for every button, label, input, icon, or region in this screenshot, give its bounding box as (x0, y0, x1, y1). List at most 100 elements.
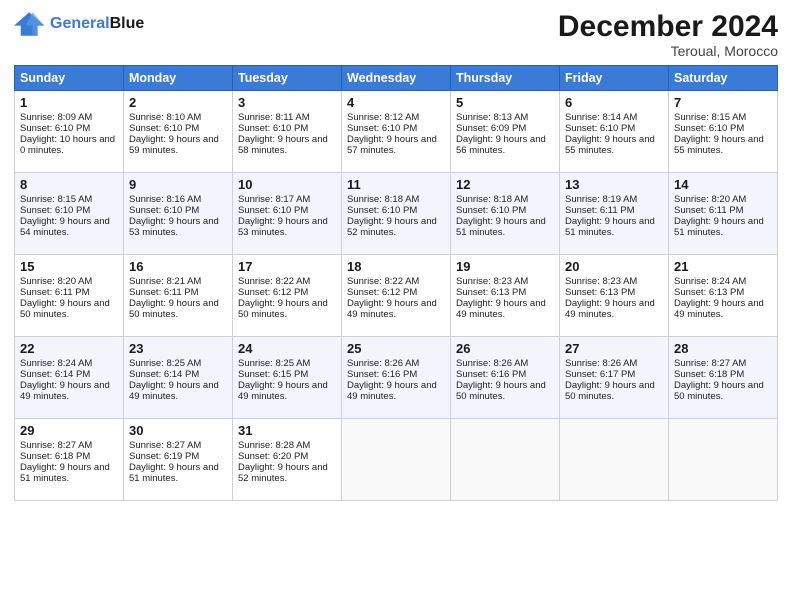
daylight: Daylight: 9 hours and 56 minutes. (456, 134, 546, 156)
day-number: 10 (238, 177, 336, 192)
calendar-header: Sunday Monday Tuesday Wednesday Thursday… (15, 66, 778, 91)
sunrise: Sunrise: 8:28 AM (238, 440, 310, 451)
sunrise: Sunrise: 8:18 AM (456, 194, 528, 205)
sunset: Sunset: 6:10 PM (674, 123, 744, 134)
calendar-cell: 8 Sunrise: 8:15 AM Sunset: 6:10 PM Dayli… (15, 173, 124, 255)
calendar-cell: 25 Sunrise: 8:26 AM Sunset: 6:16 PM Dayl… (342, 337, 451, 419)
sunrise: Sunrise: 8:15 AM (20, 194, 92, 205)
day-number: 25 (347, 341, 445, 356)
sunrise: Sunrise: 8:25 AM (129, 358, 201, 369)
sunrise: Sunrise: 8:27 AM (674, 358, 746, 369)
day-number: 29 (20, 423, 118, 438)
sunset: Sunset: 6:11 PM (129, 287, 199, 298)
sunset: Sunset: 6:12 PM (347, 287, 417, 298)
sunset: Sunset: 6:11 PM (674, 205, 744, 216)
day-number: 30 (129, 423, 227, 438)
day-number: 11 (347, 177, 445, 192)
sunset: Sunset: 6:10 PM (456, 205, 526, 216)
sunset: Sunset: 6:15 PM (238, 369, 308, 380)
sunrise: Sunrise: 8:14 AM (565, 112, 637, 123)
sunset: Sunset: 6:13 PM (456, 287, 526, 298)
col-thursday: Thursday (451, 66, 560, 91)
sunrise: Sunrise: 8:16 AM (129, 194, 201, 205)
day-number: 31 (238, 423, 336, 438)
page-container: GeneralBlue December 2024 Teroual, Moroc… (0, 0, 792, 511)
daylight: Daylight: 9 hours and 49 minutes. (456, 298, 546, 320)
day-number: 27 (565, 341, 663, 356)
calendar-cell: 4 Sunrise: 8:12 AM Sunset: 6:10 PM Dayli… (342, 91, 451, 173)
day-number: 3 (238, 95, 336, 110)
daylight: Daylight: 9 hours and 51 minutes. (129, 462, 219, 484)
day-number: 21 (674, 259, 772, 274)
day-number: 20 (565, 259, 663, 274)
day-number: 26 (456, 341, 554, 356)
calendar-cell: 15 Sunrise: 8:20 AM Sunset: 6:11 PM Dayl… (15, 255, 124, 337)
sunset: Sunset: 6:10 PM (347, 205, 417, 216)
sunset: Sunset: 6:10 PM (347, 123, 417, 134)
day-number: 2 (129, 95, 227, 110)
daylight: Daylight: 9 hours and 54 minutes. (20, 216, 110, 238)
calendar-cell: 12 Sunrise: 8:18 AM Sunset: 6:10 PM Dayl… (451, 173, 560, 255)
day-number: 17 (238, 259, 336, 274)
calendar-cell: 16 Sunrise: 8:21 AM Sunset: 6:11 PM Dayl… (124, 255, 233, 337)
calendar-cell: 18 Sunrise: 8:22 AM Sunset: 6:12 PM Dayl… (342, 255, 451, 337)
sunset: Sunset: 6:18 PM (674, 369, 744, 380)
logo-icon (14, 10, 46, 38)
sunrise: Sunrise: 8:24 AM (20, 358, 92, 369)
daylight: Daylight: 9 hours and 49 minutes. (565, 298, 655, 320)
daylight: Daylight: 9 hours and 49 minutes. (347, 298, 437, 320)
sunrise: Sunrise: 8:09 AM (20, 112, 92, 123)
calendar-cell: 29 Sunrise: 8:27 AM Sunset: 6:18 PM Dayl… (15, 419, 124, 501)
daylight: Daylight: 10 hours and 0 minutes. (20, 134, 115, 156)
daylight: Daylight: 9 hours and 52 minutes. (238, 462, 328, 484)
day-number: 18 (347, 259, 445, 274)
sunrise: Sunrise: 8:24 AM (674, 276, 746, 287)
sunrise: Sunrise: 8:11 AM (238, 112, 310, 123)
calendar-cell: 27 Sunrise: 8:26 AM Sunset: 6:17 PM Dayl… (560, 337, 669, 419)
day-number: 9 (129, 177, 227, 192)
col-friday: Friday (560, 66, 669, 91)
sunset: Sunset: 6:13 PM (674, 287, 744, 298)
sunset: Sunset: 6:12 PM (238, 287, 308, 298)
calendar-cell: 9 Sunrise: 8:16 AM Sunset: 6:10 PM Dayli… (124, 173, 233, 255)
sunrise: Sunrise: 8:27 AM (129, 440, 201, 451)
daylight: Daylight: 9 hours and 49 minutes. (238, 380, 328, 402)
calendar-cell: 7 Sunrise: 8:15 AM Sunset: 6:10 PM Dayli… (669, 91, 778, 173)
daylight: Daylight: 9 hours and 53 minutes. (129, 216, 219, 238)
day-number: 19 (456, 259, 554, 274)
day-number: 12 (456, 177, 554, 192)
calendar-cell: 3 Sunrise: 8:11 AM Sunset: 6:10 PM Dayli… (233, 91, 342, 173)
calendar-cell: 17 Sunrise: 8:22 AM Sunset: 6:12 PM Dayl… (233, 255, 342, 337)
daylight: Daylight: 9 hours and 51 minutes. (674, 216, 764, 238)
sunrise: Sunrise: 8:22 AM (347, 276, 419, 287)
sunrise: Sunrise: 8:26 AM (565, 358, 637, 369)
sunset: Sunset: 6:10 PM (238, 205, 308, 216)
sunrise: Sunrise: 8:21 AM (129, 276, 201, 287)
daylight: Daylight: 9 hours and 49 minutes. (20, 380, 110, 402)
day-number: 23 (129, 341, 227, 356)
header-row: Sunday Monday Tuesday Wednesday Thursday… (15, 66, 778, 91)
calendar-cell: 24 Sunrise: 8:25 AM Sunset: 6:15 PM Dayl… (233, 337, 342, 419)
sunset: Sunset: 6:19 PM (129, 451, 199, 462)
title-block: December 2024 Teroual, Morocco (558, 10, 778, 59)
day-number: 8 (20, 177, 118, 192)
day-number: 1 (20, 95, 118, 110)
sunset: Sunset: 6:11 PM (565, 205, 635, 216)
calendar-cell: 5 Sunrise: 8:13 AM Sunset: 6:09 PM Dayli… (451, 91, 560, 173)
day-number: 14 (674, 177, 772, 192)
sunset: Sunset: 6:10 PM (129, 205, 199, 216)
daylight: Daylight: 9 hours and 55 minutes. (565, 134, 655, 156)
sunrise: Sunrise: 8:12 AM (347, 112, 419, 123)
calendar-cell: 26 Sunrise: 8:26 AM Sunset: 6:16 PM Dayl… (451, 337, 560, 419)
daylight: Daylight: 9 hours and 50 minutes. (456, 380, 546, 402)
col-wednesday: Wednesday (342, 66, 451, 91)
calendar-cell: 11 Sunrise: 8:18 AM Sunset: 6:10 PM Dayl… (342, 173, 451, 255)
daylight: Daylight: 9 hours and 57 minutes. (347, 134, 437, 156)
calendar-cell: 23 Sunrise: 8:25 AM Sunset: 6:14 PM Dayl… (124, 337, 233, 419)
calendar-cell: 28 Sunrise: 8:27 AM Sunset: 6:18 PM Dayl… (669, 337, 778, 419)
day-number: 16 (129, 259, 227, 274)
sunset: Sunset: 6:14 PM (129, 369, 199, 380)
day-number: 7 (674, 95, 772, 110)
sunrise: Sunrise: 8:15 AM (674, 112, 746, 123)
daylight: Daylight: 9 hours and 50 minutes. (129, 298, 219, 320)
